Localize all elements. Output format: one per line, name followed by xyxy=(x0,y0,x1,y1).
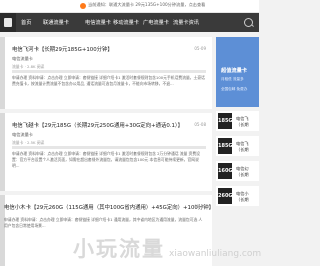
notice-icon xyxy=(80,3,86,9)
article-date: 05-08 xyxy=(194,122,206,127)
nav-item-home[interactable]: 首页 xyxy=(21,19,31,26)
sidebar-item-label: （长期 xyxy=(236,122,249,127)
nav-item-broadcast[interactable]: 广电流量卡 xyxy=(143,19,169,26)
sidebar-item-label: （长期 xyxy=(236,197,249,202)
divider xyxy=(12,146,206,149)
article-title[interactable]: 电信小木卡【29元260G（115G通用（其中100G省内通用）+45G定向）+… xyxy=(4,203,214,211)
article-excerpt: 申请办理 资料申请：点击办理 立即申请：套餐链接 详细介绍卡1 通用流量，其中省… xyxy=(4,217,203,228)
divider xyxy=(12,70,206,73)
article-date: 05-09 xyxy=(194,46,206,51)
promo-line: 全国包邮 免费办 xyxy=(221,87,248,91)
card-accent xyxy=(0,113,5,191)
nav-item-telecom[interactable]: 电信流量卡 xyxy=(85,19,111,26)
watermark-brand: 小玩流量 xyxy=(73,237,165,261)
search-icon[interactable] xyxy=(244,18,253,27)
nav-item-news[interactable]: 流量卡资讯 xyxy=(173,19,199,26)
article-category[interactable]: 电信流量卡 xyxy=(12,132,33,138)
promo-line: 月租低 流量多 xyxy=(221,77,244,81)
main-navigation: 首页 联通流量卡 电信流量卡 移动流量卡 广电流量卡 流量卡资讯 xyxy=(0,13,259,32)
site-logo[interactable] xyxy=(0,13,16,32)
article-date: 05-06 xyxy=(194,204,206,209)
nav-item-mobile[interactable]: 移动流量卡 xyxy=(113,19,139,26)
article-title[interactable]: 电信飞河卡【长期29元185G+100分钟】 xyxy=(12,45,113,53)
article-title[interactable]: 电信飞越卡【29元185G（长期29元250G通用+30G定向+通话0.1）】 xyxy=(12,121,183,129)
article-excerpt: 申请办理 资料申请：点击办理 立即申请：套餐链接 详细介绍卡1 激活时套餐规则包… xyxy=(12,75,205,86)
sidebar-badge: 260G xyxy=(218,188,233,204)
promo-banner[interactable]: 超值流量卡 月租低 流量多 全国包邮 免费办 xyxy=(216,37,259,107)
article-excerpt: 申请办理 资料申请：点击办理 立即申请：套餐链接 详细介绍卡1 激活时套餐规则包… xyxy=(12,151,200,168)
sidebar: 超值流量卡 月租低 流量多 全国包邮 免费办 185G 电信飞 （长期 185G… xyxy=(216,37,259,266)
sidebar-badge: 185G xyxy=(218,138,233,154)
card-accent xyxy=(0,37,5,109)
article-list: 电信飞河卡【长期29元185G+100分钟】 05-09 电信流量卡 流量卡 ·… xyxy=(0,37,214,266)
promo-title: 超值流量卡 xyxy=(221,68,247,74)
article-card[interactable]: 电信飞越卡【29元185G（长期29元250G通用+30G定向+通话0.1）】 … xyxy=(0,113,212,191)
article-card[interactable]: 电信飞河卡【长期29元185G+100分钟】 05-09 电信流量卡 流量卡 ·… xyxy=(0,37,212,109)
nav-item-unicom[interactable]: 联通流量卡 xyxy=(43,19,69,26)
sidebar-item-label: （长期 xyxy=(236,147,249,152)
top-notice-bar: 当前通知：联通大流量卡 29元135G+100分钟流量，点击查看 xyxy=(0,0,259,13)
notice-text[interactable]: 当前通知：联通大流量卡 29元135G+100分钟流量，点击查看 xyxy=(88,2,205,8)
sidebar-item[interactable]: 185G 电信飞 （长期 xyxy=(216,136,259,156)
sidebar-item-label: （长期 xyxy=(236,172,249,177)
sidebar-item[interactable]: 160G 电信幻 （长期 xyxy=(216,161,259,181)
article-category[interactable]: 电信流量卡 xyxy=(12,56,33,62)
sidebar-badge: 160G xyxy=(218,163,233,179)
sidebar-item[interactable]: 260G 电信小 （长期 xyxy=(216,186,259,206)
watermark: 小玩流量 xiaowanliuliang.com xyxy=(73,233,261,263)
watermark-url: xiaowanliuliang.com xyxy=(169,249,262,259)
sidebar-item[interactable]: 185G 电信飞 （长期 xyxy=(216,111,259,131)
sidebar-badge: 185G xyxy=(218,113,233,129)
logo-mark-icon xyxy=(4,18,12,27)
